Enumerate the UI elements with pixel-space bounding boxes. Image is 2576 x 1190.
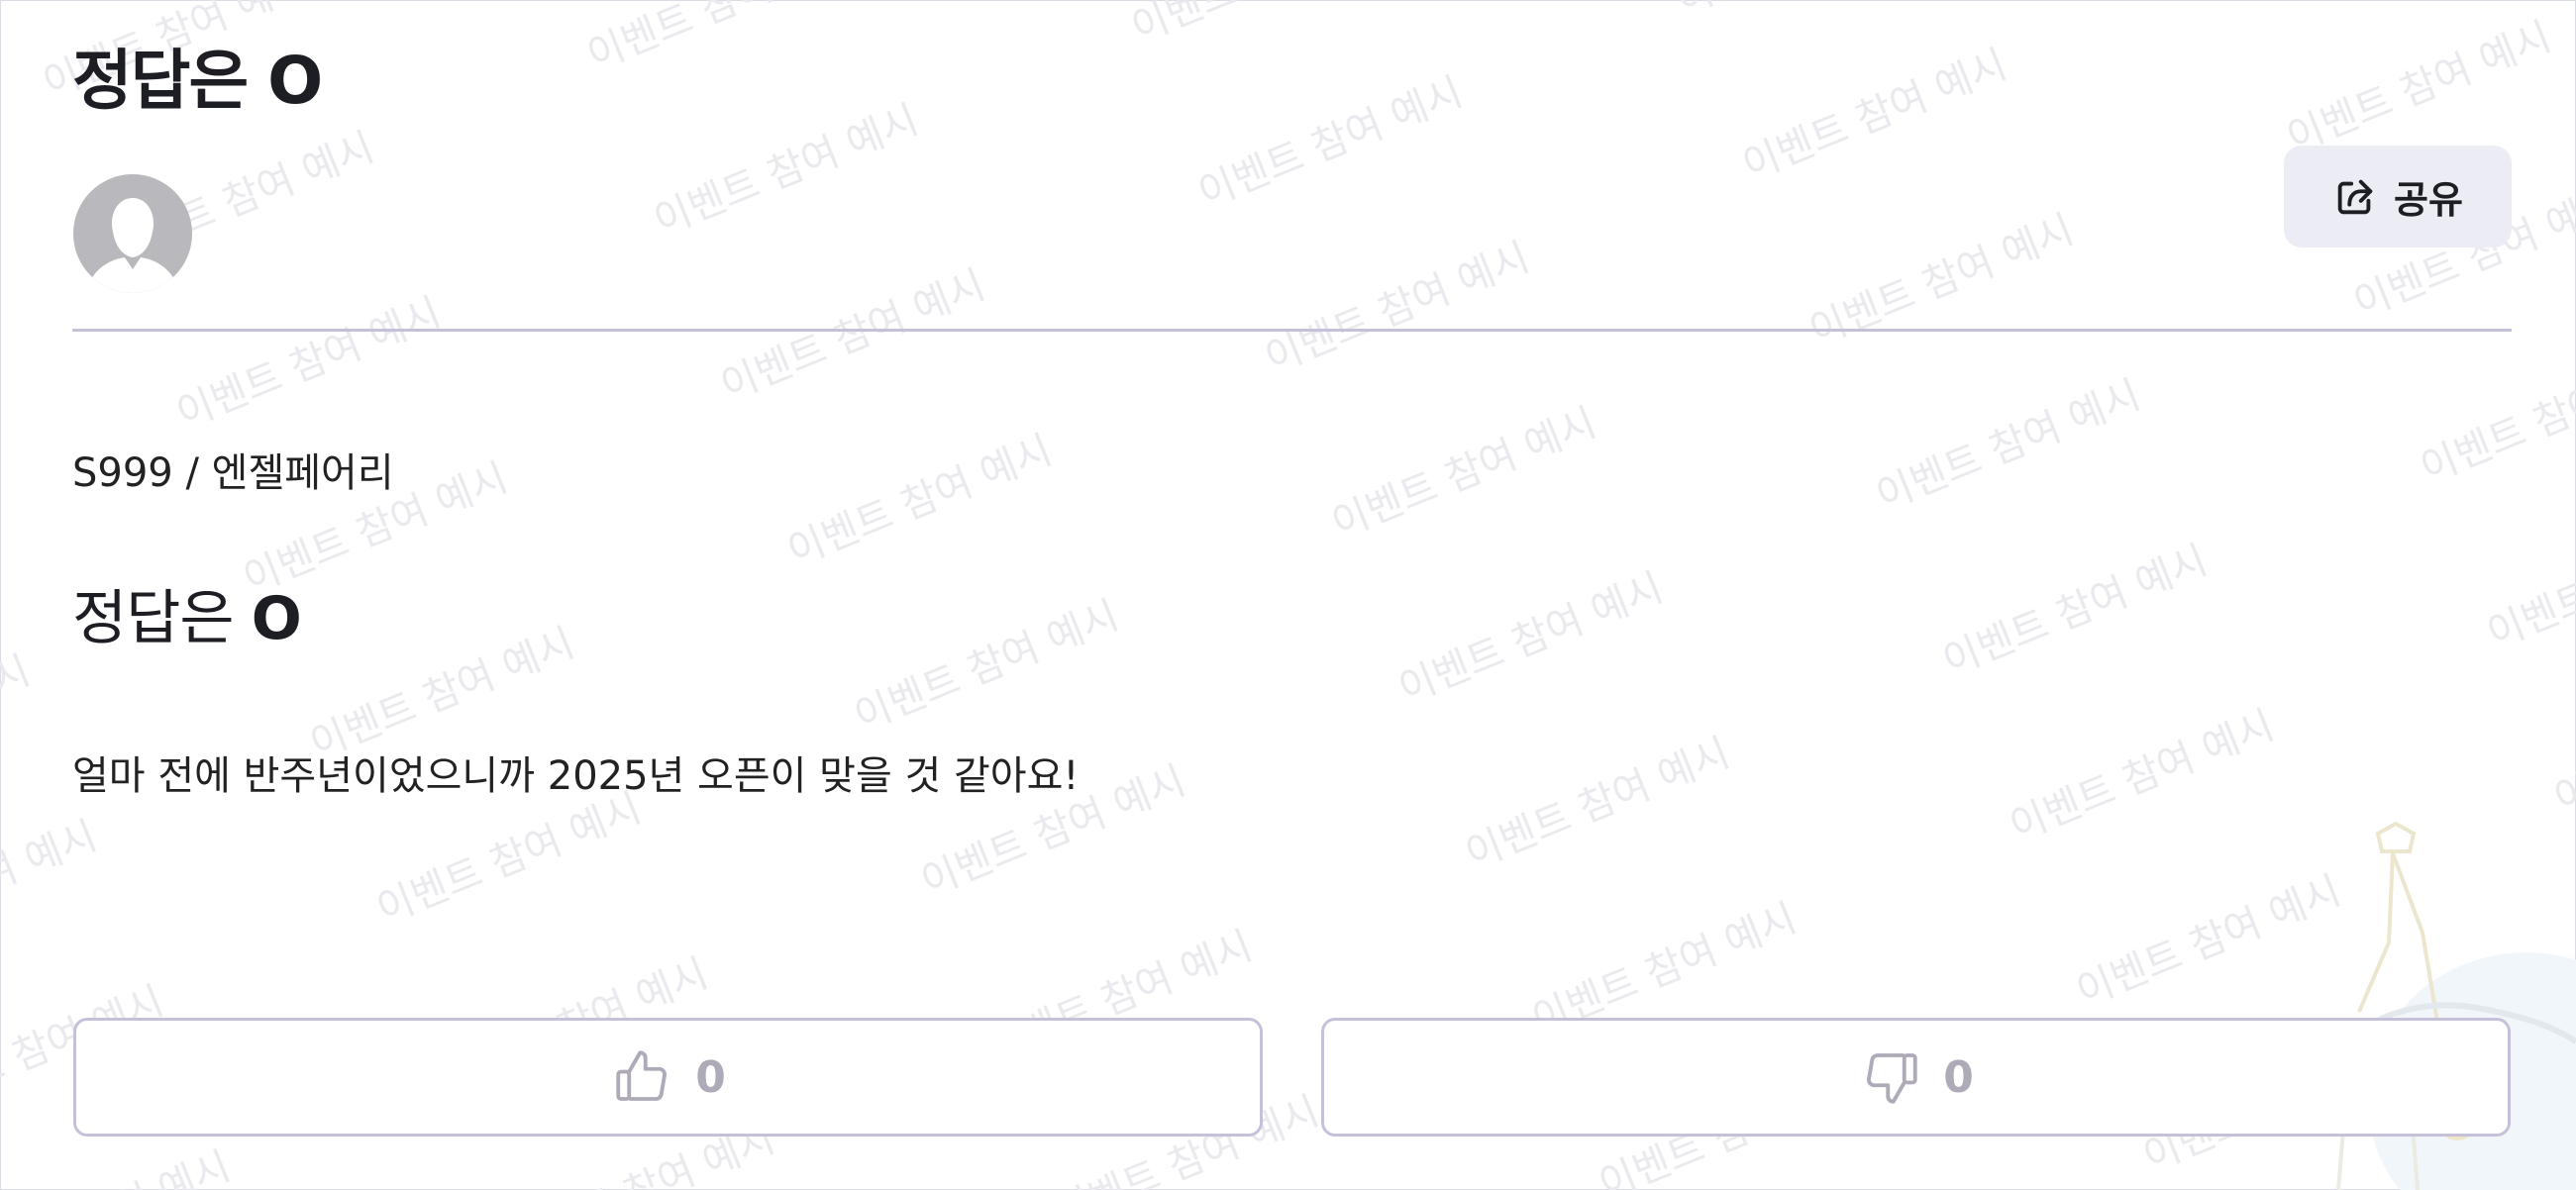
thumbs-down-icon — [1858, 1044, 1923, 1110]
share-label: 공유 — [2394, 178, 2463, 222]
post-meta: S999 / 엔젤페어리 — [72, 450, 394, 496]
like-button[interactable]: 0 — [73, 1018, 1263, 1137]
user-silhouette-icon — [87, 198, 178, 293]
share-icon — [2332, 174, 2378, 220]
post-body: 얼마 전에 반주년이었으니까 2025년 오픈이 맞을 것 같아요! — [72, 753, 1080, 799]
share-button[interactable]: 공유 — [2284, 146, 2512, 248]
page-frame — [0, 0, 2576, 1190]
dislike-count: 0 — [1943, 1051, 1974, 1103]
avatar[interactable] — [73, 174, 192, 293]
dislike-button[interactable]: 0 — [1321, 1018, 2511, 1137]
post-title-prefix: 정답은 — [72, 584, 252, 653]
post-title: 정답은 O — [72, 576, 302, 661]
post-title-answer: O — [251, 584, 302, 653]
like-count: 0 — [695, 1051, 726, 1103]
divider — [72, 329, 2512, 332]
page-title: 정답은 O — [72, 43, 323, 119]
thumbs-up-icon — [610, 1044, 675, 1110]
